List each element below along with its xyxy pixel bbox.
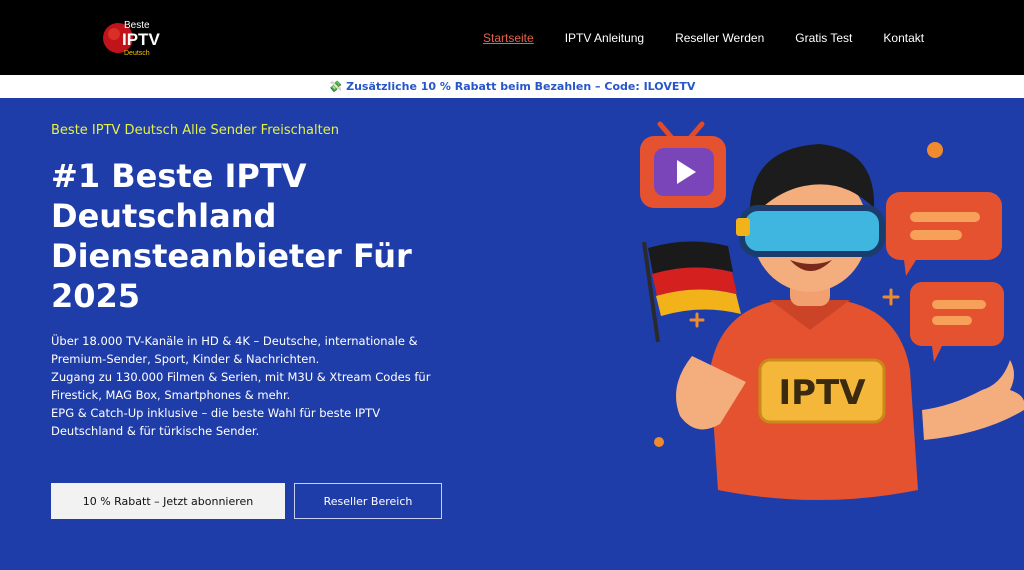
iptv-character-illustration: IPTV bbox=[640, 121, 1024, 500]
nav-iptv-anleitung[interactable]: IPTV Anleitung bbox=[565, 31, 644, 45]
svg-text:IPTV: IPTV bbox=[122, 30, 160, 49]
hero-paragraph: Über 18.000 TV-Kanäle in HD & 4K – Deuts… bbox=[51, 334, 418, 366]
hero-paragraph: Zugang zu 130.000 Filmen & Serien, mit M… bbox=[51, 370, 431, 402]
hero-eyebrow: Beste IPTV Deutsch Alle Sender Freischal… bbox=[51, 123, 339, 138]
hero-paragraph: EPG & Catch-Up inklusive – die beste Wah… bbox=[51, 406, 381, 438]
nav-gratis-test[interactable]: Gratis Test bbox=[795, 31, 852, 45]
hero-description: Über 18.000 TV-Kanäle in HD & 4K – Deuts… bbox=[51, 332, 441, 440]
svg-text:Deutsch: Deutsch bbox=[124, 50, 150, 57]
site-logo[interactable]: Beste IPTV Deutsch bbox=[102, 18, 172, 58]
svg-text:IPTV: IPTV bbox=[778, 373, 866, 413]
iptv-badge: IPTV bbox=[758, 358, 886, 424]
subscribe-discount-button[interactable]: 10 % Rabatt – Jetzt abonnieren bbox=[51, 483, 285, 519]
tv-play-icon bbox=[640, 121, 726, 208]
chat-bubble-icon bbox=[886, 192, 1002, 276]
reseller-area-button[interactable]: Reseller Bereich bbox=[294, 483, 442, 519]
nav-kontakt[interactable]: Kontakt bbox=[883, 31, 924, 45]
promo-text: 💸 Zusätzliche 10 % Rabatt beim Bezahlen … bbox=[328, 80, 696, 93]
promo-bar: 💸 Zusätzliche 10 % Rabatt beim Bezahlen … bbox=[0, 75, 1024, 98]
hero-headline: #1 Beste IPTV Deutschland Diensteanbiete… bbox=[51, 157, 412, 315]
nav-startseite[interactable]: Startseite bbox=[483, 31, 534, 45]
german-flag-icon bbox=[642, 241, 741, 343]
hero-section: Beste IPTV Deutsch Alle Sender Freischal… bbox=[0, 98, 1024, 570]
main-nav: Startseite IPTV Anleitung Reseller Werde… bbox=[483, 31, 924, 45]
chat-bubble-icon bbox=[910, 282, 1004, 362]
nav-reseller-werden[interactable]: Reseller Werden bbox=[675, 31, 764, 45]
site-header: Beste IPTV Deutsch Startseite IPTV Anlei… bbox=[0, 0, 1024, 75]
